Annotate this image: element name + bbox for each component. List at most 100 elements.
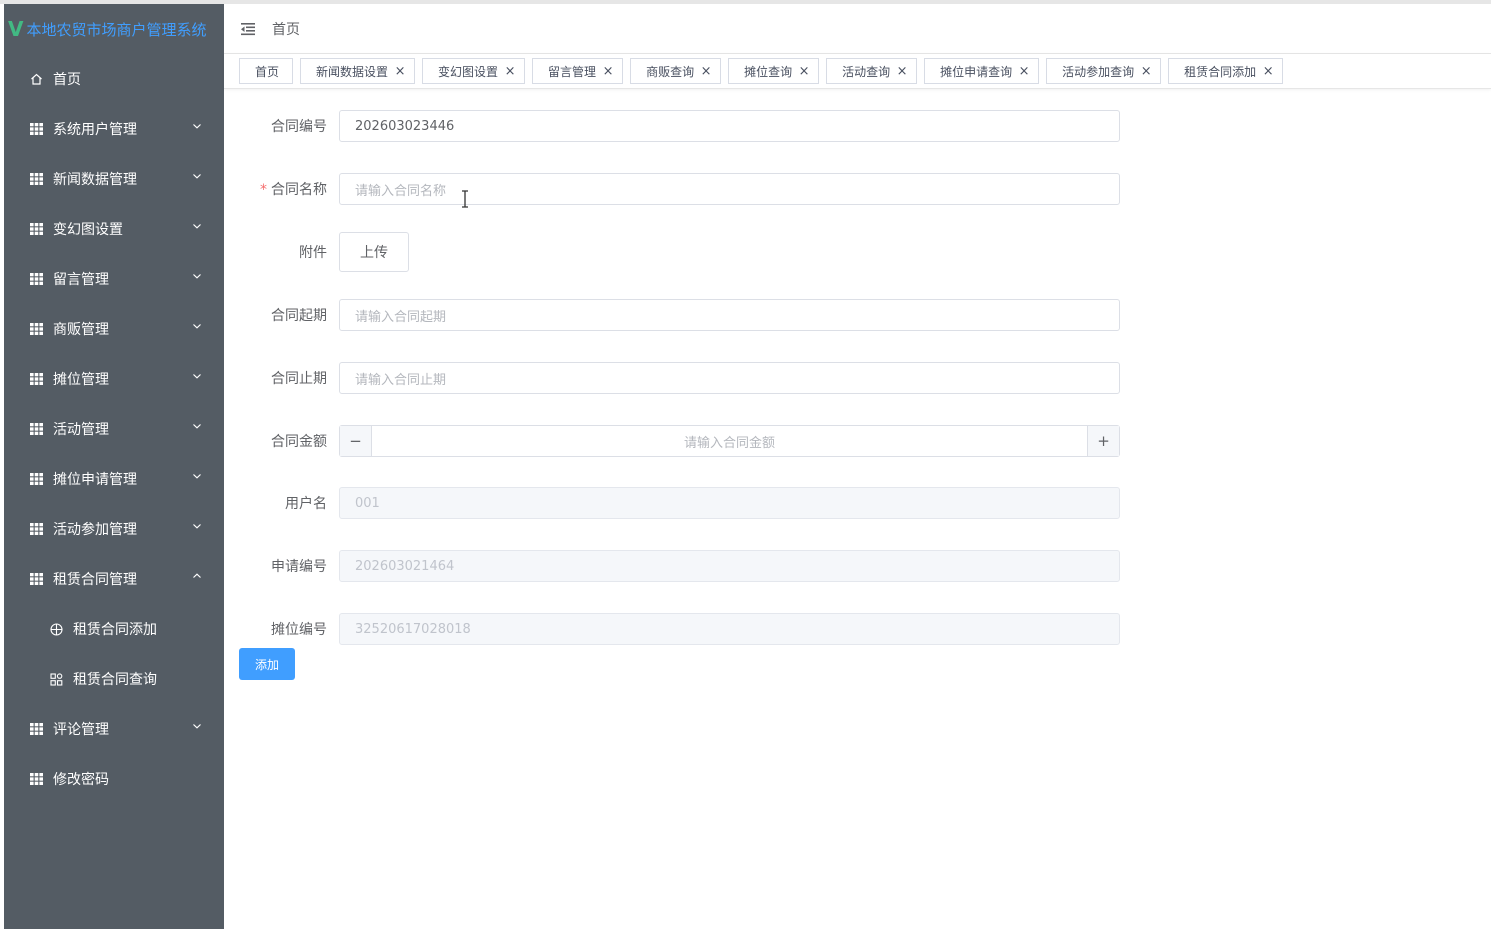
tab-news-data-settings[interactable]: 新闻数据设置 × <box>300 58 416 84</box>
form-row-amount: 合同金额 − 请输入合同金额 + <box>239 425 1120 457</box>
required-mark: * <box>260 182 267 198</box>
sidebar-item-label: 摊位申请管理 <box>53 472 137 488</box>
chevron-down-icon <box>192 419 202 429</box>
sidebar-item-label: 新闻数据管理 <box>53 172 137 188</box>
tab-label: 活动参加查询 <box>1062 64 1135 79</box>
add-button[interactable]: 添加 <box>239 648 295 680</box>
sidebar-item-messages[interactable]: 留言管理 <box>4 254 224 304</box>
grid-icon <box>30 773 43 785</box>
amount-input[interactable]: 请输入合同金额 <box>372 426 1087 456</box>
sidebar-item-lease-contract-add[interactable]: 租赁合同添加 <box>4 604 224 654</box>
chevron-down-icon <box>192 219 202 229</box>
breadcrumb[interactable]: 首页 <box>272 19 300 39</box>
sidebar-item-label: 租赁合同管理 <box>53 572 137 588</box>
tab-activity-participation-query[interactable]: 活动参加查询 × <box>1046 58 1162 84</box>
app-title: 本地农贸市场商户管理系统 <box>26 20 207 39</box>
close-icon[interactable]: × <box>394 64 406 79</box>
amount-decrease-button[interactable]: − <box>340 426 372 456</box>
close-icon[interactable]: × <box>1140 64 1152 79</box>
close-icon[interactable]: × <box>896 64 908 79</box>
tab-label: 新闻数据设置 <box>316 64 389 79</box>
close-icon[interactable]: × <box>602 64 614 79</box>
sidebar-item-label: 摊位管理 <box>53 372 109 388</box>
amount-increase-button[interactable]: + <box>1087 426 1119 456</box>
tab-label: 摊位申请查询 <box>940 64 1013 79</box>
sidebar-item-label: 系统用户管理 <box>53 122 137 138</box>
contract-name-label-text: 合同名称 <box>271 182 327 198</box>
close-icon[interactable]: × <box>504 64 516 79</box>
text-cursor-icon <box>462 190 468 208</box>
username-label: 用户名 <box>285 496 327 512</box>
vue-logo-icon: V <box>8 17 24 41</box>
sidebar-item-label: 商贩管理 <box>53 322 109 338</box>
sidebar-item-comments[interactable]: 评论管理 <box>4 704 224 754</box>
grid-icon <box>30 323 43 335</box>
sidebar-item-label: 评论管理 <box>53 722 109 738</box>
close-icon[interactable]: × <box>798 64 810 79</box>
tab-stall-query[interactable]: 摊位查询 × <box>728 58 820 84</box>
sidebar-item-stalls[interactable]: 摊位管理 <box>4 354 224 404</box>
contract-no-input[interactable]: 202603023446 <box>339 110 1120 142</box>
grid-icon <box>30 123 43 135</box>
form-row-end-date: 合同止期 请输入合同止期 <box>239 362 1120 394</box>
tab-lease-contract-add[interactable]: 租赁合同添加 × <box>1168 58 1284 84</box>
contract-name-label: * 合同名称 <box>239 179 339 199</box>
tab-stall-application-query[interactable]: 摊位申请查询 × <box>924 58 1040 84</box>
close-icon[interactable]: × <box>1018 64 1030 79</box>
tab-label: 商贩查询 <box>646 64 695 79</box>
tab-label: 摊位查询 <box>744 64 793 79</box>
end-date-input[interactable]: 请输入合同止期 <box>339 362 1120 394</box>
sidebar-item-label: 活动管理 <box>53 422 109 438</box>
sidebar-item-lease-contract-query[interactable]: 租赁合同查询 <box>4 654 224 704</box>
start-date-input[interactable]: 请输入合同起期 <box>339 299 1120 331</box>
circle-plus-icon <box>50 623 63 636</box>
grid-icon <box>30 523 43 535</box>
sidebar-item-system-users[interactable]: 系统用户管理 <box>4 104 224 154</box>
grid-icon <box>30 173 43 185</box>
sidebar-item-label: 租赁合同添加 <box>73 622 157 638</box>
upload-button[interactable]: 上传 <box>339 232 409 272</box>
grid-icon <box>30 273 43 285</box>
form-row-username: 用户名 001 <box>239 487 1120 519</box>
menu-fold-icon[interactable] <box>240 22 256 36</box>
grid-icon <box>30 223 43 235</box>
sidebar-item-label: 修改密码 <box>53 772 109 788</box>
chevron-down-icon <box>192 319 202 329</box>
sidebar-item-lease-contracts[interactable]: 租赁合同管理 <box>4 554 224 604</box>
tab-carousel-settings[interactable]: 变幻图设置 × <box>422 58 526 84</box>
sidebar-item-home[interactable]: 首页 <box>4 54 224 104</box>
sidebar-item-activities[interactable]: 活动管理 <box>4 404 224 454</box>
contract-name-input[interactable]: 请输入合同名称 <box>339 173 1120 205</box>
form-row-application-no: 申请编号 202603021464 <box>239 550 1120 582</box>
sidebar-item-stall-applications[interactable]: 摊位申请管理 <box>4 454 224 504</box>
sidebar-item-label: 变幻图设置 <box>53 222 123 238</box>
sidebar-item-news-data[interactable]: 新闻数据管理 <box>4 154 224 204</box>
chevron-down-icon <box>192 469 202 479</box>
sidebar-item-change-password[interactable]: 修改密码 <box>4 754 224 804</box>
tab-home[interactable]: 首页 <box>239 58 294 84</box>
form-row-contract-name: * 合同名称 请输入合同名称 <box>239 173 1120 205</box>
start-date-label: 合同起期 <box>271 308 327 324</box>
form-row-start-date: 合同起期 请输入合同起期 <box>239 299 1120 331</box>
tab-vendor-query[interactable]: 商贩查询 × <box>630 58 722 84</box>
sidebar-item-activity-participation[interactable]: 活动参加管理 <box>4 504 224 554</box>
sidebar-item-carousel-settings[interactable]: 变幻图设置 <box>4 204 224 254</box>
attachment-label: 附件 <box>299 245 327 261</box>
close-icon[interactable]: × <box>700 64 712 79</box>
tab-message-management[interactable]: 留言管理 × <box>532 58 624 84</box>
contract-no-label: 合同编号 <box>271 119 327 135</box>
sidebar-item-vendors[interactable]: 商贩管理 <box>4 304 224 354</box>
tab-label: 租赁合同添加 <box>1184 64 1257 79</box>
chevron-down-icon <box>192 369 202 379</box>
chevron-down-icon <box>192 719 202 729</box>
tab-activity-query[interactable]: 活动查询 × <box>826 58 918 84</box>
form-row-stall-no: 摊位编号 32520617028018 <box>239 613 1120 645</box>
close-icon[interactable]: × <box>1262 64 1274 79</box>
application-no-input: 202603021464 <box>339 550 1120 582</box>
app-logo: V 本地农贸市场商户管理系统 <box>4 4 224 54</box>
grid-icon <box>30 373 43 385</box>
grid-icon <box>30 723 43 735</box>
sidebar-menu: 首页系统用户管理 新闻数据管理 变幻图设置留言管理商贩管理摊位管理活动管理摊位申请管… <box>4 54 224 804</box>
username-input: 001 <box>339 487 1120 519</box>
grid-icon <box>30 573 43 585</box>
